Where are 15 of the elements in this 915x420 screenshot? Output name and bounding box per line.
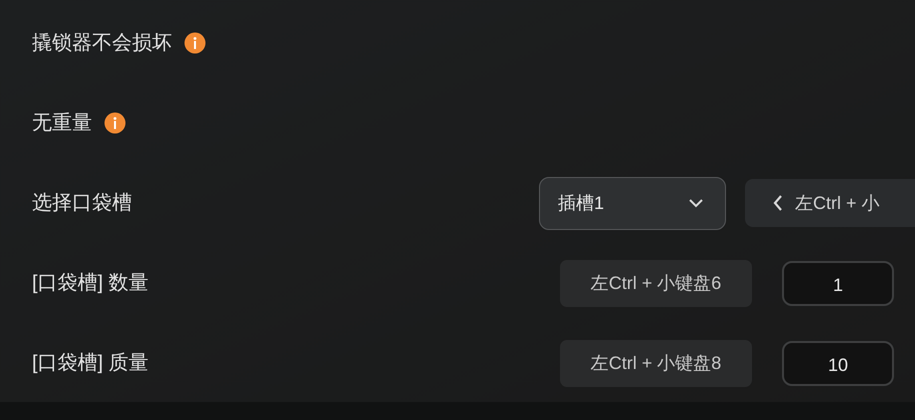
hotkey-button[interactable]: 左Ctrl + 小 xyxy=(745,179,915,227)
chevron-down-icon xyxy=(689,198,703,208)
chevron-left-icon xyxy=(773,195,783,211)
hotkey-button[interactable]: 左Ctrl + 小键盘6 xyxy=(560,260,752,306)
setting-label: [口袋槽] 质量 xyxy=(32,351,149,376)
number-field[interactable]: 1 xyxy=(782,260,894,306)
setting-label: 无重量 xyxy=(32,111,92,136)
setting-label: 撬锁器不会损坏 xyxy=(32,31,172,56)
number-field[interactable]: 10 xyxy=(782,340,894,386)
info-icon xyxy=(184,32,206,54)
hotkey-button[interactable]: 左Ctrl + 小键盘8 xyxy=(560,340,752,386)
setting-label: [口袋槽] 数量 xyxy=(32,271,149,296)
info-icon xyxy=(104,112,126,134)
setting-label: 选择口袋槽 xyxy=(32,191,132,216)
slot-dropdown[interactable]: 插槽1 xyxy=(539,176,726,230)
